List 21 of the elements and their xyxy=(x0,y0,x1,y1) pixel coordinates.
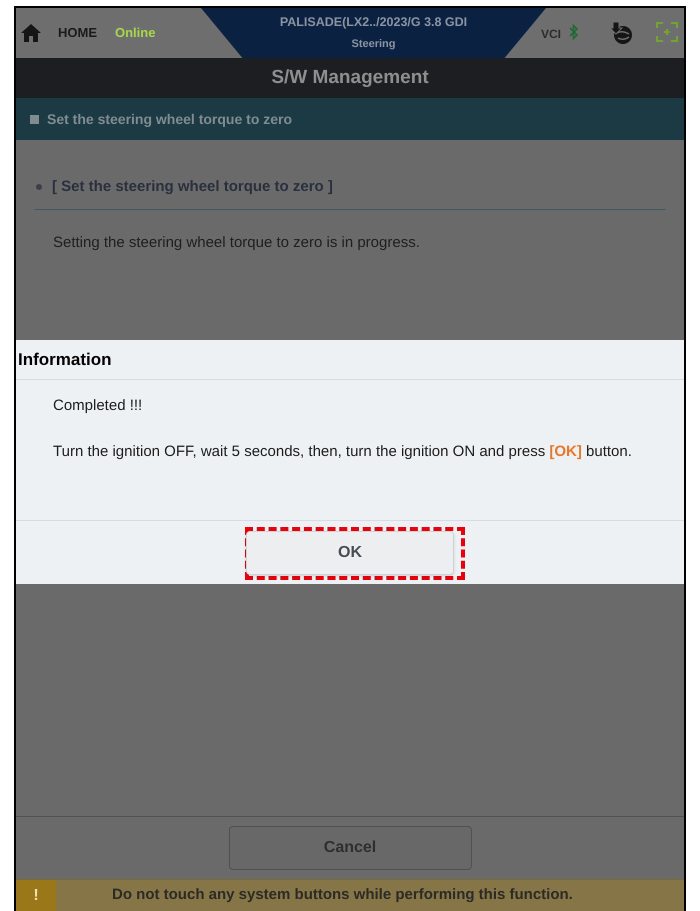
vci-label: VCI xyxy=(541,26,562,43)
download-globe-icon[interactable] xyxy=(608,21,634,45)
bullet-icon xyxy=(36,184,42,190)
connection-status: Online xyxy=(115,24,156,42)
home-icon[interactable] xyxy=(20,23,42,43)
cancel-button[interactable]: Cancel xyxy=(228,826,472,870)
warning-message: Do not touch any system buttons while performing this function. xyxy=(112,885,573,906)
section-heading: [ Set the steering wheel torque to zero ] xyxy=(52,177,333,197)
progress-message: Setting the steering wheel torque to zero is in progress. xyxy=(53,232,421,252)
bluetooth-icon xyxy=(569,23,579,41)
breadcrumb-text: Set the steering wheel torque to zero xyxy=(47,110,292,129)
dialog-title: Information xyxy=(18,348,112,371)
square-bullet-icon xyxy=(30,114,39,124)
system-name: Steering xyxy=(351,37,396,52)
home-label[interactable]: HOME xyxy=(58,23,97,43)
dialog-message: Turn the ignition OFF, wait 5 seconds, then, turn the ignition ON and press [OK] button. xyxy=(53,442,633,462)
page-title: S/W Management xyxy=(271,66,429,90)
warning-icon: ! xyxy=(16,880,56,911)
dialog-message: Completed !!! xyxy=(53,396,144,416)
vehicle-name: PALISADE(LX2../2023/G 3.8 GDI xyxy=(280,14,468,32)
ok-button[interactable]: OK xyxy=(246,530,454,574)
